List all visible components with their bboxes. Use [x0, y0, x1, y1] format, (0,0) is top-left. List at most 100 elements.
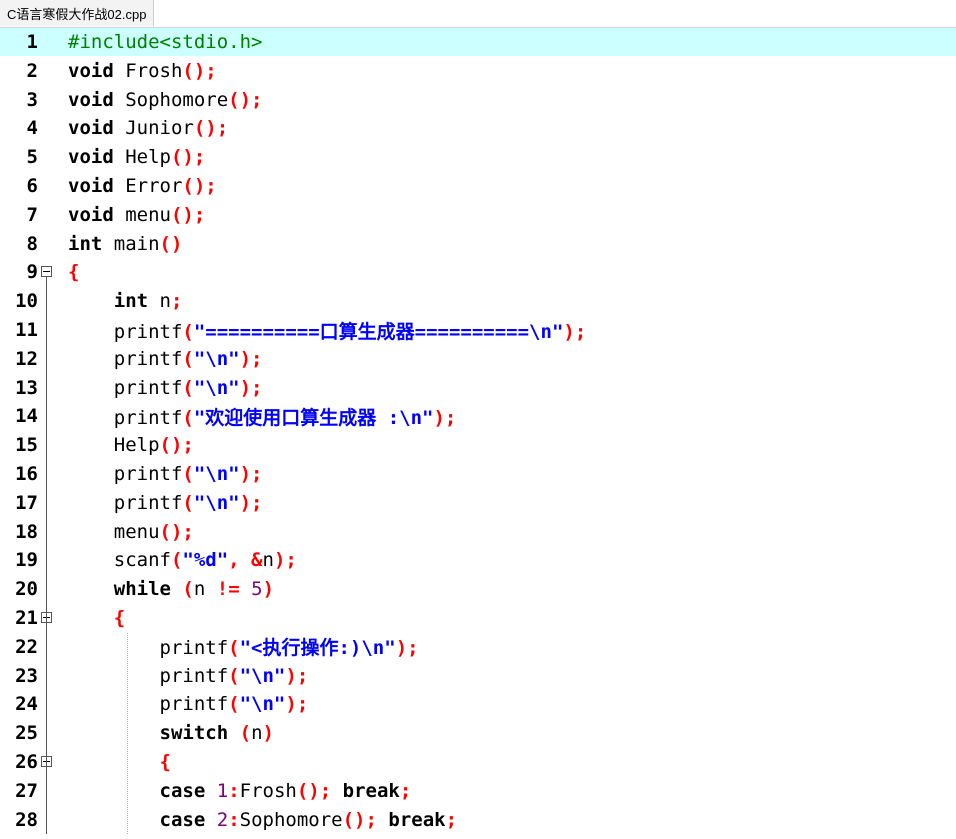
line-number: 28 — [15, 808, 38, 831]
code-text: int n; — [68, 290, 183, 313]
line-number: 20 — [15, 578, 38, 601]
code-line[interactable]: 16 printf("\n"); — [0, 460, 956, 488]
code-token: (); — [342, 808, 377, 831]
code-token: ( — [182, 406, 194, 429]
code-text: printf("\n"); — [68, 348, 263, 370]
code-token: printf — [68, 376, 183, 399]
code-text: printf("\n"); — [68, 664, 309, 687]
line-number: 23 — [15, 664, 38, 687]
code-token: n — [251, 722, 263, 745]
line-number: 7 — [26, 203, 38, 226]
code-token: ; — [170, 290, 183, 313]
code-token: Error — [113, 175, 183, 197]
fold-toggle-icon[interactable] — [41, 266, 52, 278]
code-line[interactable]: 25 switch (n) — [0, 719, 956, 747]
code-line[interactable]: 23 printf("\n"); — [0, 662, 956, 690]
code-token: ); — [395, 637, 419, 660]
code-token: printf — [68, 693, 229, 716]
code-token: ); — [239, 463, 263, 485]
code-token: ); — [433, 406, 457, 429]
code-token: 5 — [251, 578, 263, 601]
code-line[interactable]: 21 { — [0, 604, 956, 632]
fold-gutter-line — [46, 277, 47, 835]
code-text: case 1:Frosh(); break; — [68, 779, 412, 802]
code-line[interactable]: 8 int main() — [0, 230, 956, 258]
code-token: void — [68, 175, 114, 197]
code-line[interactable]: 2 void Frosh(); — [0, 57, 956, 85]
code-token: break — [342, 779, 400, 802]
code-text: printf("==========口算生成器==========\n"); — [68, 317, 587, 344]
code-line[interactable]: 22 printf("<执行操作:)\n"); — [0, 633, 956, 661]
line-number: 1 — [26, 31, 38, 53]
code-line[interactable]: 19 scanf("%d", &n); — [0, 546, 956, 574]
code-token: (); — [296, 779, 332, 802]
code-token: n — [193, 578, 217, 601]
code-line[interactable]: 3 void Sophomore(); — [0, 86, 956, 114]
code-line[interactable]: 13 printf("\n"); — [0, 374, 956, 402]
code-token: "\n" — [193, 347, 240, 370]
code-text: printf("欢迎使用口算生成器 :\n"); — [68, 403, 457, 430]
code-line[interactable]: 24 printf("\n"); — [0, 690, 956, 718]
code-token: "欢迎使用口算生成器 :\n" — [193, 406, 434, 429]
line-number: 5 — [26, 146, 38, 169]
code-token: ); — [273, 549, 297, 572]
code-token: ); — [239, 376, 263, 399]
line-number: 19 — [15, 549, 38, 572]
code-line[interactable]: 11 printf("==========口算生成器==========\n")… — [0, 316, 956, 344]
code-line[interactable]: 27 case 1:Frosh(); break; — [0, 777, 956, 805]
code-line[interactable]: 1 #include<stdio.h> — [0, 28, 956, 56]
code-token: ( — [182, 578, 194, 601]
code-token: (); — [170, 203, 206, 226]
code-text: printf("<执行操作:)\n"); — [68, 633, 419, 660]
line-number: 3 — [26, 88, 38, 111]
line-number: 25 — [15, 722, 38, 745]
line-number: 14 — [15, 405, 38, 428]
code-token: void — [68, 59, 114, 82]
code-line[interactable]: 6 void Error(); — [0, 172, 956, 200]
code-line[interactable]: 10 int n; — [0, 287, 956, 315]
code-line[interactable]: 7 void menu(); — [0, 201, 956, 229]
code-line[interactable]: 18 menu(); — [0, 518, 956, 546]
line-number: 16 — [15, 463, 38, 485]
code-editor[interactable]: 1 #include<stdio.h> 2 void Frosh(); 3 void So… — [0, 28, 956, 839]
code-line[interactable]: 5 void Help(); — [0, 143, 956, 171]
line-number: 8 — [26, 232, 38, 255]
code-token: (); — [193, 117, 229, 140]
line-number: 17 — [15, 491, 38, 514]
code-token: switch — [159, 722, 229, 745]
code-text: void Sophomore(); — [68, 89, 262, 111]
code-token: printf — [68, 637, 229, 660]
code-token: ); — [239, 347, 263, 370]
code-line[interactable]: 4 void Junior(); — [0, 114, 956, 142]
code-token: Frosh — [239, 779, 297, 802]
code-line[interactable]: 14 printf("欢迎使用口算生成器 :\n"); — [0, 402, 956, 430]
code-token: { — [159, 751, 171, 773]
code-line[interactable]: 15 Help(); — [0, 431, 956, 459]
code-line[interactable]: 28 case 2:Sophomore(); break; — [0, 806, 956, 834]
code-token: "<执行操作:)\n" — [239, 637, 396, 660]
indent-guide — [127, 632, 128, 835]
code-token: n — [262, 549, 274, 572]
code-token: printf — [68, 347, 183, 370]
code-line[interactable]: 17 printf("\n"); — [0, 489, 956, 517]
code-token: (); — [159, 434, 194, 457]
file-tab[interactable]: C语言寒假大作战02.cpp — [0, 0, 155, 27]
code-line[interactable]: 20 while (n != 5) — [0, 575, 956, 603]
code-line[interactable]: 26 { — [0, 748, 956, 776]
code-text: #include<stdio.h> — [68, 31, 262, 53]
code-token: ( — [182, 320, 194, 343]
code-text: printf("\n"); — [68, 463, 263, 485]
code-token: "\n" — [239, 664, 286, 687]
code-line[interactable]: 12 printf("\n"); — [0, 345, 956, 373]
code-line[interactable]: 9{ — [0, 258, 956, 286]
code-token: 1 — [216, 779, 229, 802]
code-token: () — [159, 232, 183, 255]
code-token: int — [113, 290, 149, 313]
code-text: printf("\n"); — [68, 492, 263, 514]
